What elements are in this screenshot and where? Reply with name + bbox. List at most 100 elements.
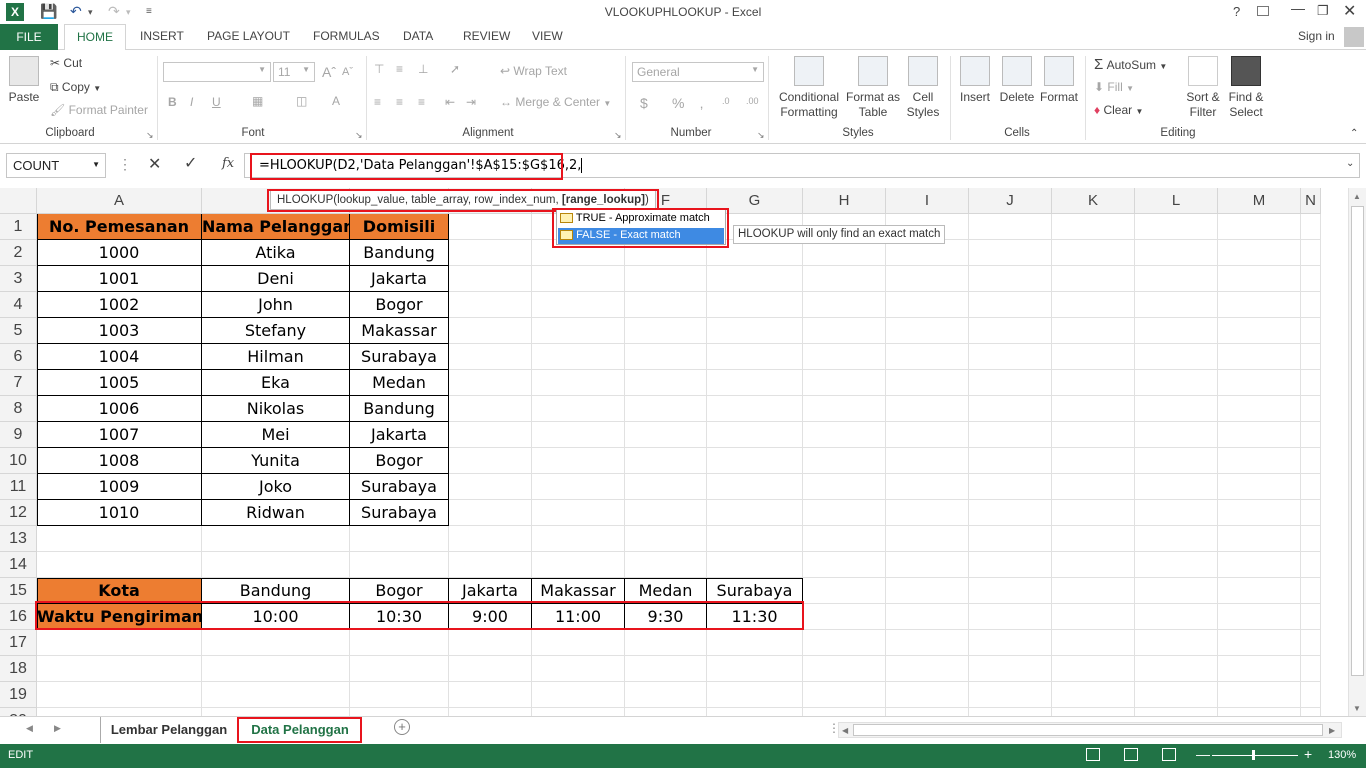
- align-middle-icon[interactable]: ≡: [396, 62, 403, 76]
- empty-cell[interactable]: [449, 552, 532, 578]
- empty-cell[interactable]: [350, 682, 449, 708]
- cancel-icon[interactable]: ✕: [148, 154, 161, 174]
- empty-cell[interactable]: [532, 370, 625, 396]
- empty-cell[interactable]: [803, 266, 886, 292]
- empty-cell[interactable]: [1301, 604, 1321, 630]
- empty-cell[interactable]: [37, 708, 202, 716]
- empty-cell[interactable]: [202, 526, 350, 552]
- empty-cell[interactable]: [969, 292, 1052, 318]
- table-cell[interactable]: 1002: [37, 292, 202, 318]
- empty-cell[interactable]: [449, 474, 532, 500]
- empty-cell[interactable]: [886, 630, 969, 656]
- empty-cell[interactable]: [707, 474, 803, 500]
- empty-cell[interactable]: [969, 448, 1052, 474]
- empty-cell[interactable]: [625, 318, 707, 344]
- font-name-dropdown[interactable]: ▼: [163, 62, 271, 82]
- autosum-button[interactable]: Σ AutoSum ▼: [1094, 56, 1167, 73]
- empty-cell[interactable]: [886, 266, 969, 292]
- row-header[interactable]: 13: [0, 526, 37, 552]
- empty-cell[interactable]: [449, 500, 532, 526]
- empty-cell[interactable]: [1135, 682, 1218, 708]
- empty-cell[interactable]: [803, 448, 886, 474]
- delete-cells-button[interactable]: Delete: [996, 56, 1038, 105]
- empty-cell[interactable]: [1135, 240, 1218, 266]
- tab-data[interactable]: DATA: [403, 29, 433, 43]
- increase-decimal-icon[interactable]: .0: [722, 96, 730, 106]
- table-cell[interactable]: 1001: [37, 266, 202, 292]
- empty-cell[interactable]: [532, 526, 625, 552]
- empty-cell[interactable]: [1052, 604, 1135, 630]
- empty-cell[interactable]: [803, 552, 886, 578]
- empty-cell[interactable]: [1052, 630, 1135, 656]
- empty-cell[interactable]: [886, 344, 969, 370]
- zoom-slider-thumb[interactable]: [1252, 750, 1255, 760]
- empty-cell[interactable]: [803, 578, 886, 604]
- table-cell[interactable]: Bogor: [350, 578, 449, 604]
- table-cell[interactable]: Atika: [202, 240, 350, 266]
- empty-cell[interactable]: [625, 448, 707, 474]
- empty-cell[interactable]: [625, 552, 707, 578]
- row-header[interactable]: 17: [0, 630, 37, 656]
- empty-cell[interactable]: [1218, 578, 1301, 604]
- row-header[interactable]: 1: [0, 214, 37, 240]
- table-cell[interactable]: 10:30: [350, 604, 449, 630]
- align-center-icon[interactable]: ≡: [396, 95, 403, 109]
- empty-cell[interactable]: [1218, 474, 1301, 500]
- comma-icon[interactable]: ‚: [700, 95, 703, 111]
- format-painter-button[interactable]: 🖌 Format Painter: [50, 103, 148, 117]
- empty-cell[interactable]: [803, 370, 886, 396]
- empty-cell[interactable]: [202, 656, 350, 682]
- user-avatar[interactable]: [1344, 27, 1364, 47]
- empty-cell[interactable]: [707, 656, 803, 682]
- table-cell[interactable]: Surabaya: [350, 344, 449, 370]
- align-right-icon[interactable]: ≡: [418, 95, 425, 109]
- sign-in-link[interactable]: Sign in: [1298, 29, 1335, 43]
- table-cell[interactable]: Surabaya: [350, 474, 449, 500]
- empty-cell[interactable]: [1135, 396, 1218, 422]
- empty-cell[interactable]: [1135, 214, 1218, 240]
- empty-cell[interactable]: [1052, 448, 1135, 474]
- empty-cell[interactable]: [1301, 656, 1321, 682]
- find-select-button[interactable]: Find & Select: [1224, 56, 1268, 120]
- table-cell[interactable]: Jakarta: [350, 422, 449, 448]
- vertical-scrollbar[interactable]: ▲ ▼: [1348, 188, 1366, 716]
- empty-cell[interactable]: [1052, 214, 1135, 240]
- empty-cell[interactable]: [969, 318, 1052, 344]
- empty-cell[interactable]: [886, 708, 969, 716]
- row-header[interactable]: 6: [0, 344, 37, 370]
- empty-cell[interactable]: [707, 370, 803, 396]
- empty-cell[interactable]: [886, 396, 969, 422]
- empty-cell[interactable]: [803, 292, 886, 318]
- tab-page-layout[interactable]: PAGE LAYOUT: [207, 29, 290, 43]
- format-cells-button[interactable]: Format: [1038, 56, 1080, 105]
- increase-indent-icon[interactable]: ⇥: [466, 95, 476, 109]
- row-header[interactable]: 5: [0, 318, 37, 344]
- page-break-view-icon[interactable]: [1162, 748, 1176, 761]
- empty-cell[interactable]: [969, 526, 1052, 552]
- empty-cell[interactable]: [886, 422, 969, 448]
- format-as-table-button[interactable]: Format as Table: [845, 56, 901, 120]
- empty-cell[interactable]: [886, 292, 969, 318]
- empty-cell[interactable]: [1135, 344, 1218, 370]
- empty-cell[interactable]: [37, 552, 202, 578]
- row-header[interactable]: 15: [0, 578, 37, 604]
- empty-cell[interactable]: [707, 292, 803, 318]
- empty-cell[interactable]: [532, 552, 625, 578]
- scroll-thumb[interactable]: [1351, 206, 1364, 676]
- empty-cell[interactable]: [1052, 526, 1135, 552]
- table-cell[interactable]: Medan: [625, 578, 707, 604]
- empty-cell[interactable]: [1052, 396, 1135, 422]
- row-header[interactable]: 7: [0, 370, 37, 396]
- table-cell[interactable]: 1008: [37, 448, 202, 474]
- row-header[interactable]: 20: [0, 708, 37, 716]
- empty-cell[interactable]: [449, 396, 532, 422]
- table-cell[interactable]: 1010: [37, 500, 202, 526]
- empty-cell[interactable]: [1301, 500, 1321, 526]
- empty-cell[interactable]: [886, 604, 969, 630]
- empty-cell[interactable]: [1135, 708, 1218, 716]
- sheet-tab-data-pelanggan[interactable]: Data Pelanggan: [239, 717, 361, 743]
- empty-cell[interactable]: [350, 656, 449, 682]
- empty-cell[interactable]: [449, 656, 532, 682]
- empty-cell[interactable]: [449, 526, 532, 552]
- empty-cell[interactable]: [886, 448, 969, 474]
